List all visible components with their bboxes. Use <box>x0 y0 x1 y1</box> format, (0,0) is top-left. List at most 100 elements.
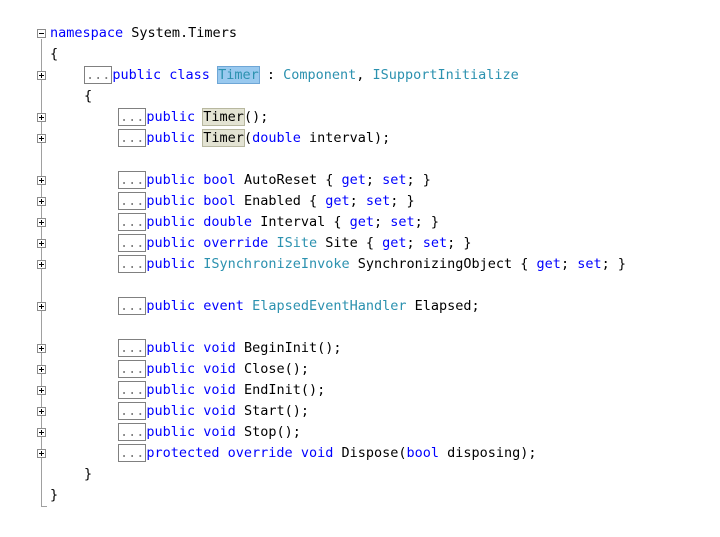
code-editor[interactable]: namespace System.Timers { ... public clas… <box>0 0 720 537</box>
expand-enabled-button[interactable] <box>37 197 46 206</box>
collapsed-region-marker[interactable]: ... <box>118 234 147 252</box>
collapsed-region-marker[interactable]: ... <box>118 381 147 399</box>
line-class-close: } <box>84 464 92 485</box>
collapsed-region-marker[interactable]: ... <box>118 171 147 189</box>
get-accessor: get <box>349 214 374 230</box>
expand-interval-button[interactable] <box>37 218 46 227</box>
prop-name: Enabled { <box>243 193 326 209</box>
brace: { <box>50 46 59 62</box>
line-prop-autoreset: ... public bool AutoReset { get; set; } <box>118 170 431 191</box>
separator: ; <box>373 214 391 230</box>
method-params: disposing); <box>439 445 537 461</box>
get-accessor: get <box>382 235 407 251</box>
expand-dispose-button[interactable] <box>37 449 46 458</box>
expand-begininit-button[interactable] <box>37 344 46 353</box>
get-accessor: get <box>325 193 350 209</box>
separator: ; <box>349 193 366 209</box>
modifier: public void <box>146 382 244 398</box>
modifier: public bool <box>146 172 244 188</box>
expand-ctor1-button[interactable] <box>37 113 46 122</box>
line-method-close: ... public void Close(); <box>118 359 309 380</box>
modifier: public void <box>146 424 244 440</box>
modifier: protected override void <box>146 445 342 461</box>
base-type-isupportinitialize[interactable]: ISupportInitialize <box>373 67 519 83</box>
collapsed-region-marker[interactable]: ... <box>118 108 147 126</box>
expand-start-button[interactable] <box>37 407 46 416</box>
method-name: Close(); <box>243 361 309 377</box>
collapsed-region-marker[interactable]: ... <box>118 339 147 357</box>
line-prop-synchronizingobject: ... public ISynchronizeInvoke Synchronizi… <box>118 254 626 275</box>
modifier: public <box>146 109 204 125</box>
param-type: bool <box>406 445 440 461</box>
ctor-name-timer[interactable]: Timer <box>202 108 245 126</box>
param-type: double <box>252 130 301 146</box>
comma: , <box>356 67 373 83</box>
method-name: Stop(); <box>243 424 301 440</box>
line-namespace-open: { <box>50 44 58 65</box>
method-name: Dispose( <box>341 445 407 461</box>
brace: } <box>50 487 59 503</box>
expand-ctor2-button[interactable] <box>37 134 46 143</box>
expand-autoreset-button[interactable] <box>37 176 46 185</box>
line-ctor-timer-interval: ... public Timer(double interval); <box>118 128 390 149</box>
line-prop-enabled: ... public bool Enabled { get; set; } <box>118 191 415 212</box>
separator: ; <box>560 256 578 272</box>
event-type[interactable]: ElapsedEventHandler <box>252 298 406 314</box>
collapsed-region-marker[interactable]: ... <box>118 402 147 420</box>
get-accessor: get <box>341 172 366 188</box>
class-name-timer[interactable]: Timer <box>217 66 260 84</box>
collapsed-region-marker[interactable]: ... <box>118 360 147 378</box>
method-name: Start(); <box>243 403 309 419</box>
modifier: public <box>146 130 204 146</box>
expand-close-button[interactable] <box>37 365 46 374</box>
separator: ; <box>406 235 423 251</box>
get-accessor: get <box>536 256 561 272</box>
line-prop-site: ... public override ISite Site { get; set… <box>118 233 472 254</box>
prop-end: ; } <box>406 172 431 188</box>
prop-type[interactable]: ISite <box>276 235 317 251</box>
collapsed-region-marker[interactable]: ... <box>118 297 147 315</box>
base-type-component[interactable]: Component <box>283 67 356 83</box>
modifier: public bool <box>146 193 244 209</box>
prop-name: Site { <box>317 235 383 251</box>
expand-site-button[interactable] <box>37 239 46 248</box>
collapsed-region-marker[interactable]: ... <box>84 66 113 84</box>
method-name: EndInit(); <box>243 382 326 398</box>
line-event-elapsed: ... public event ElapsedEventHandler Elap… <box>118 296 480 317</box>
line-method-start: ... public void Start(); <box>118 401 309 422</box>
modifier: public override <box>146 235 277 251</box>
colon: : <box>258 67 284 83</box>
prop-name: AutoReset { <box>243 172 342 188</box>
set-accessor: set <box>365 193 391 209</box>
modifier: public void <box>146 403 244 419</box>
prop-end: ; } <box>447 235 472 251</box>
collapsed-region-marker[interactable]: ... <box>118 213 147 231</box>
expand-class-button[interactable] <box>37 71 46 80</box>
collapsed-region-marker[interactable]: ... <box>118 192 147 210</box>
prop-type[interactable]: ISynchronizeInvoke <box>203 256 349 272</box>
set-accessor: set <box>422 235 448 251</box>
modifier: public event <box>146 298 253 314</box>
brace: } <box>84 466 93 482</box>
set-accessor: set <box>577 256 602 272</box>
method-name: BeginInit(); <box>243 340 342 356</box>
event-name: Elapsed; <box>406 298 480 314</box>
collapsed-region-marker[interactable]: ... <box>118 423 147 441</box>
expand-stop-button[interactable] <box>37 428 46 437</box>
line-method-stop: ... public void Stop(); <box>118 422 301 443</box>
modifier: public double <box>146 214 261 230</box>
modifier: public <box>146 256 204 272</box>
expand-endinit-button[interactable] <box>37 386 46 395</box>
ctor-name-timer[interactable]: Timer <box>202 129 245 147</box>
ctor-params: (); <box>243 109 269 125</box>
expand-sync-button[interactable] <box>37 260 46 269</box>
modifier: public void <box>146 340 244 356</box>
collapsed-region-marker[interactable]: ... <box>118 129 147 147</box>
expand-elapsed-button[interactable] <box>37 302 46 311</box>
separator: ; <box>365 172 383 188</box>
namespace-keyword: namespace <box>50 25 124 41</box>
line-class-open: { <box>84 86 92 107</box>
collapse-namespace-button[interactable] <box>37 29 46 38</box>
collapsed-region-marker[interactable]: ... <box>118 255 147 273</box>
collapsed-region-marker[interactable]: ... <box>118 444 147 462</box>
